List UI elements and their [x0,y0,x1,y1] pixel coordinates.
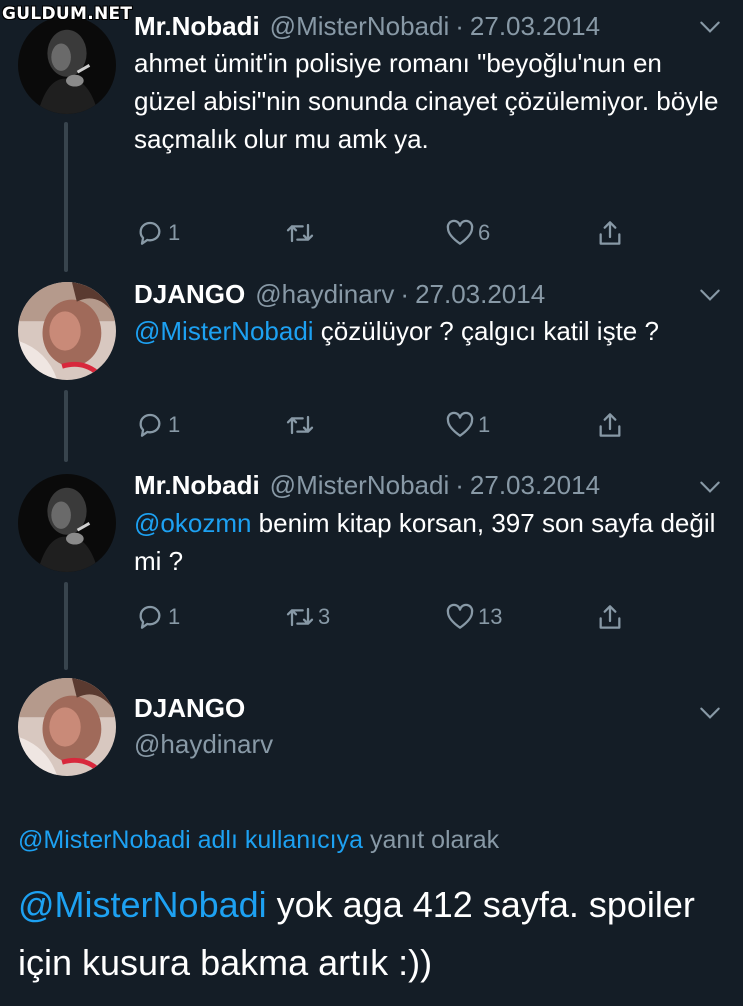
thread-line [64,582,68,670]
avatar[interactable] [18,474,116,572]
like-count: 1 [478,412,491,437]
avatar[interactable] [18,16,116,114]
watermark: GULDUM.NET [2,4,133,24]
reply-context: @MisterNobadi adlı kullanıcıya yanıt ola… [18,826,499,855]
tweet-body: çözülüyor ? çalgıcı katil işte ? [320,316,659,346]
heart-icon [446,219,474,245]
reply-context-mention[interactable]: @MisterNobadi adlı kullanıcıya [18,826,363,854]
tweet-date[interactable]: 27.03.2014 [470,470,600,501]
share-icon [599,221,621,245]
like-button[interactable]: 1 [444,408,490,442]
reply-button[interactable]: 1 [134,408,180,442]
retweet-button[interactable]: 3 [284,600,330,634]
mention-link[interactable]: @MisterNobadi [18,884,267,925]
reply-count: 1 [168,220,181,245]
reply-context-label: yanıt olarak [369,826,500,854]
retweet-button[interactable] [284,216,318,250]
share-icon [599,605,621,629]
author-name[interactable]: DJANGO [134,690,263,726]
retweet-icon [286,223,314,243]
author-handle[interactable]: @MisterNobadi [270,11,450,42]
author-name[interactable]: DJANGO [134,279,245,310]
heart-icon [446,411,474,437]
tweet-body: ahmet ümit'in polisiye romanı "beyoğlu'n… [134,48,719,154]
like-count: 13 [478,604,503,629]
tweet-text: @okozmn benim kitap korsan, 397 son sayf… [134,504,723,580]
tweet-actions: 1 6 [134,216,634,250]
tweet-date[interactable]: 27.03.2014 [470,11,600,42]
reply-icon [139,413,161,437]
author-handle[interactable]: @haydinarv [255,279,394,310]
tweet-actions: 1 1 [134,408,634,442]
author-handle[interactable]: @MisterNobadi [270,470,450,501]
reply-count: 1 [168,412,181,437]
tweet-header: DJANGO @haydinarv · 27.03.2014 [134,277,545,311]
thread-line [64,122,68,272]
retweet-count: 3 [318,604,331,629]
mention-link[interactable]: @MisterNobadi [134,316,314,346]
tweet-actions: 1 3 13 [134,600,634,634]
author-name[interactable]: Mr.Nobadi [134,11,260,42]
like-count: 6 [478,220,491,245]
chevron-down-icon[interactable] [697,14,723,40]
focused-tweet-text: @MisterNobadi yok aga 412 sayfa. spoiler… [18,876,725,992]
reply-count: 1 [168,604,181,629]
separator: · [455,10,464,41]
reply-button[interactable]: 1 [134,600,180,634]
separator: · [400,278,410,309]
like-button[interactable]: 13 [444,600,502,634]
reply-button[interactable]: 1 [134,216,180,250]
author-name[interactable]: Mr.Nobadi [134,470,260,501]
retweet-icon [286,607,314,627]
tweet-text: @MisterNobadi çözülüyor ? çalgıcı katil … [134,312,723,350]
share-button[interactable] [594,216,626,250]
tweet-text: ahmet ümit'in polisiye romanı "beyoğlu'n… [134,44,723,158]
separator: · [455,469,464,500]
share-button[interactable] [594,408,626,442]
thread-line [64,390,68,462]
reply-icon [139,221,161,245]
chevron-down-icon[interactable] [697,700,723,726]
author-handle[interactable]: @haydinarv [134,726,273,762]
share-button[interactable] [594,600,626,634]
like-button[interactable]: 6 [444,216,490,250]
tweet-header: Mr.Nobadi @MisterNobadi · 27.03.2014 [134,468,600,502]
retweet-icon [286,415,314,435]
heart-icon [446,603,474,629]
tweet-header: Mr.Nobadi @MisterNobadi · 27.03.2014 [134,9,600,43]
share-icon [599,413,621,437]
mention-link[interactable]: @okozmn [134,508,251,538]
reply-icon [139,605,161,629]
avatar[interactable] [18,282,116,380]
chevron-down-icon[interactable] [697,474,723,500]
tweet-date[interactable]: 27.03.2014 [415,279,545,310]
retweet-button[interactable] [284,408,318,442]
focused-tweet-header: DJANGO @haydinarv [134,690,273,762]
chevron-down-icon[interactable] [697,282,723,308]
avatar[interactable] [18,678,116,776]
